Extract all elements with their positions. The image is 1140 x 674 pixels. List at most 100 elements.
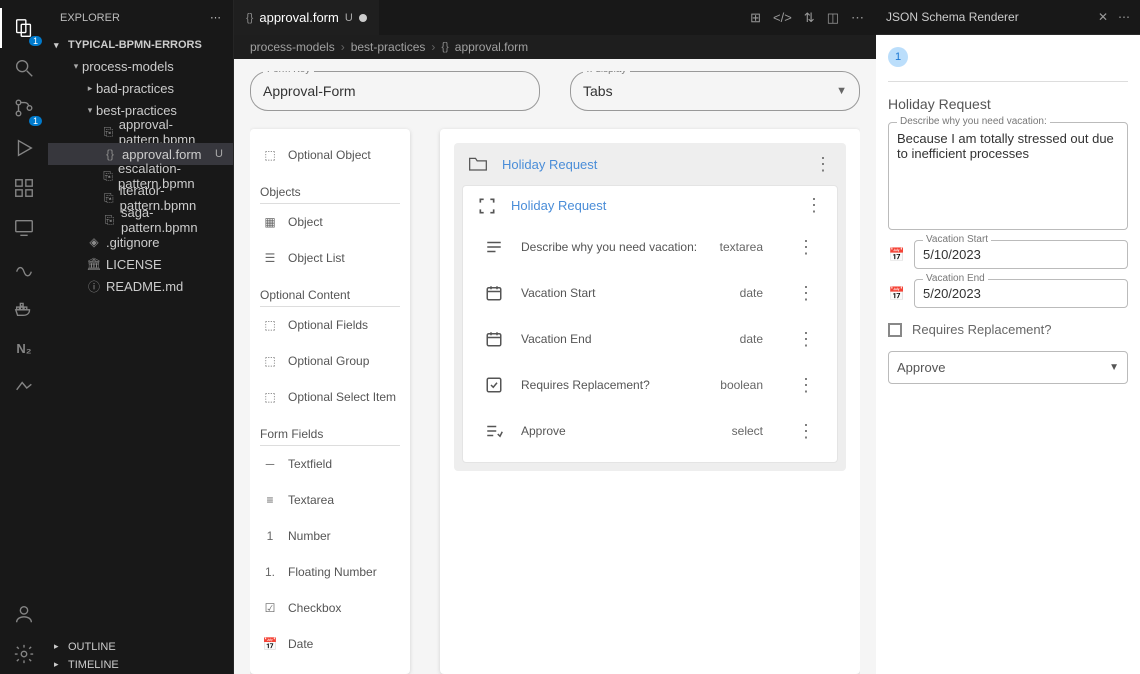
activity-debug[interactable] xyxy=(0,128,48,168)
calendar-icon: 📅 xyxy=(888,286,906,302)
preview-date-end[interactable]: Vacation End 5/20/2023 xyxy=(914,279,1128,308)
scm-badge: 1 xyxy=(29,116,42,126)
palette-category-optional: Optional Content xyxy=(260,280,400,307)
palette-item-optional-object[interactable]: ⬚Optional Object xyxy=(260,137,400,173)
side-panel-header: JSON Schema Renderer ✕ ⋯ xyxy=(876,0,1140,35)
x-display-field[interactable]: x-display Tabs ▼ xyxy=(570,71,860,111)
preview-date-start[interactable]: Vacation Start 5/10/2023 xyxy=(914,240,1128,269)
folder-bad-practices[interactable]: ▸bad-practices xyxy=(48,77,233,99)
tab-label: approval.form xyxy=(259,10,338,25)
checkbox-icon xyxy=(888,323,902,337)
preview-select[interactable]: Approve ▼ xyxy=(888,351,1128,384)
file-license[interactable]: 🏛LICENSE xyxy=(48,253,233,275)
kebab-icon[interactable]: ⋮ xyxy=(805,196,823,214)
chevron-down-icon: ▼ xyxy=(1109,362,1119,373)
calendar-icon xyxy=(485,330,503,348)
calendar-icon: 📅 xyxy=(888,247,906,263)
palette-item-opt-group[interactable]: ⬚Optional Group xyxy=(260,343,400,379)
field-row-replacement[interactable]: Requires Replacement? boolean ⋮ xyxy=(463,362,837,408)
modified-badge: U xyxy=(215,148,223,160)
files-badge: 1 xyxy=(29,36,42,46)
palette-item-textfield[interactable]: ─Textfield xyxy=(260,446,400,482)
file-gitignore[interactable]: ◈.gitignore xyxy=(48,231,233,253)
activity-n2[interactable]: N₂ xyxy=(0,328,48,368)
breadcrumb-seg[interactable]: approval.form xyxy=(455,40,528,54)
preview-textarea-input[interactable] xyxy=(897,131,1119,219)
form-group-inner[interactable]: Holiday Request ⋮ Describe why you need … xyxy=(462,185,838,463)
sidebar-title: EXPLORER xyxy=(60,12,120,24)
editor-tabs: {} approval.form U ⊞ </> ⇅ ◫ ⋯ xyxy=(234,0,876,35)
editor-area: {} approval.form U ⊞ </> ⇅ ◫ ⋯ process-m… xyxy=(234,0,876,674)
layout-icon[interactable]: ⊞ xyxy=(750,10,761,26)
activity-share[interactable] xyxy=(0,368,48,408)
file-approval-bpmn[interactable]: ⎘approval-pattern.bpmn xyxy=(48,121,233,143)
folder-process-models[interactable]: ▾process-models xyxy=(48,55,233,77)
activity-scm[interactable]: 1 xyxy=(0,88,48,128)
palette-item-opt-select[interactable]: ⬚Optional Select Item xyxy=(260,379,400,415)
palette-item-object[interactable]: ▦Object xyxy=(260,204,400,240)
activity-extensions[interactable] xyxy=(0,168,48,208)
kebab-icon[interactable]: ⋮ xyxy=(797,376,815,394)
explorer-sidebar: EXPLORER ⋯ TYPICAL-BPMN-ERRORS ▾process-… xyxy=(48,0,234,674)
activity-search[interactable] xyxy=(0,48,48,88)
breadcrumb-seg[interactable]: best-practices xyxy=(351,40,426,54)
sidebar-more-icon[interactable]: ⋯ xyxy=(210,11,221,24)
code-icon[interactable]: </> xyxy=(773,10,792,26)
folder-icon xyxy=(468,155,488,173)
file-tree: ▾process-models ▸bad-practices ▾best-pra… xyxy=(48,55,233,303)
kebab-icon[interactable]: ⋮ xyxy=(797,330,815,348)
field-row-start[interactable]: Vacation Start date ⋮ xyxy=(463,270,837,316)
more-icon[interactable]: ⋯ xyxy=(1118,10,1130,24)
more-icon[interactable]: ⋯ xyxy=(851,10,864,26)
file-saga[interactable]: ⎘saga-pattern.bpmn xyxy=(48,209,233,231)
close-icon[interactable]: ✕ xyxy=(1098,10,1108,24)
field-row-description[interactable]: Describe why you need vacation: textarea… xyxy=(463,224,837,270)
editor-actions: ⊞ </> ⇅ ◫ ⋯ xyxy=(750,10,876,26)
step-badge: 1 xyxy=(888,47,908,67)
form-key-field[interactable]: Form Key Approval-Form xyxy=(250,71,540,111)
split-icon[interactable]: ◫ xyxy=(827,10,839,26)
kebab-icon[interactable]: ⋮ xyxy=(797,422,815,440)
file-readme[interactable]: ⓘREADME.md xyxy=(48,275,233,297)
activity-explorer[interactable]: 1 xyxy=(0,8,48,48)
preview-textarea[interactable]: Describe why you need vacation: xyxy=(888,122,1128,230)
side-panel-title: JSON Schema Renderer xyxy=(886,10,1019,24)
palette-item-object-list[interactable]: ☰Object List xyxy=(260,240,400,276)
form-canvas: Holiday Request ⋮ Holiday Request ⋮ xyxy=(440,129,860,674)
activity-settings[interactable] xyxy=(0,634,48,674)
chevron-down-icon: ▼ xyxy=(836,85,847,97)
palette-item-number[interactable]: 1Number xyxy=(260,518,400,554)
activity-bar: 1 1 N₂ xyxy=(0,0,48,674)
palette-category-fields: Form Fields xyxy=(260,419,400,446)
palette-item-opt-fields[interactable]: ⬚Optional Fields xyxy=(260,307,400,343)
activity-remote[interactable] xyxy=(0,208,48,248)
field-row-approve[interactable]: Approve select ⋮ xyxy=(463,408,837,454)
frame-icon xyxy=(477,196,497,214)
palette-item-textarea[interactable]: ≡Textarea xyxy=(260,482,400,518)
palette-item-float[interactable]: 1.Floating Number xyxy=(260,554,400,590)
sidebar-header: EXPLORER ⋯ xyxy=(48,0,233,35)
breadcrumb: process-models › best-practices › {} app… xyxy=(234,35,876,59)
palette: ⬚Optional Object Objects ▦Object ☰Object… xyxy=(250,129,410,674)
activity-account[interactable] xyxy=(0,594,48,634)
diff-icon[interactable]: ⇅ xyxy=(804,10,815,26)
tab-approval-form[interactable]: {} approval.form U xyxy=(234,0,380,35)
breadcrumb-seg[interactable]: process-models xyxy=(250,40,335,54)
workspace-title[interactable]: TYPICAL-BPMN-ERRORS xyxy=(48,35,233,55)
preview-section-title: Holiday Request xyxy=(888,96,1128,112)
activity-other-1[interactable] xyxy=(0,248,48,288)
select-icon xyxy=(485,422,503,440)
activity-docker[interactable] xyxy=(0,288,48,328)
kebab-icon[interactable]: ⋮ xyxy=(797,284,815,302)
outline-section[interactable]: OUTLINE xyxy=(48,638,233,656)
palette-item-date[interactable]: 📅Date xyxy=(260,626,400,662)
kebab-icon[interactable]: ⋮ xyxy=(797,238,815,256)
kebab-icon[interactable]: ⋮ xyxy=(814,155,832,173)
timeline-section[interactable]: TIMELINE xyxy=(48,656,233,674)
field-row-end[interactable]: Vacation End date ⋮ xyxy=(463,316,837,362)
form-group-outer[interactable]: Holiday Request ⋮ Holiday Request ⋮ xyxy=(454,143,846,471)
palette-item-checkbox[interactable]: ☑Checkbox xyxy=(260,590,400,626)
dirty-indicator xyxy=(359,14,367,22)
calendar-icon xyxy=(485,284,503,302)
preview-checkbox[interactable]: Requires Replacement? xyxy=(888,322,1128,337)
